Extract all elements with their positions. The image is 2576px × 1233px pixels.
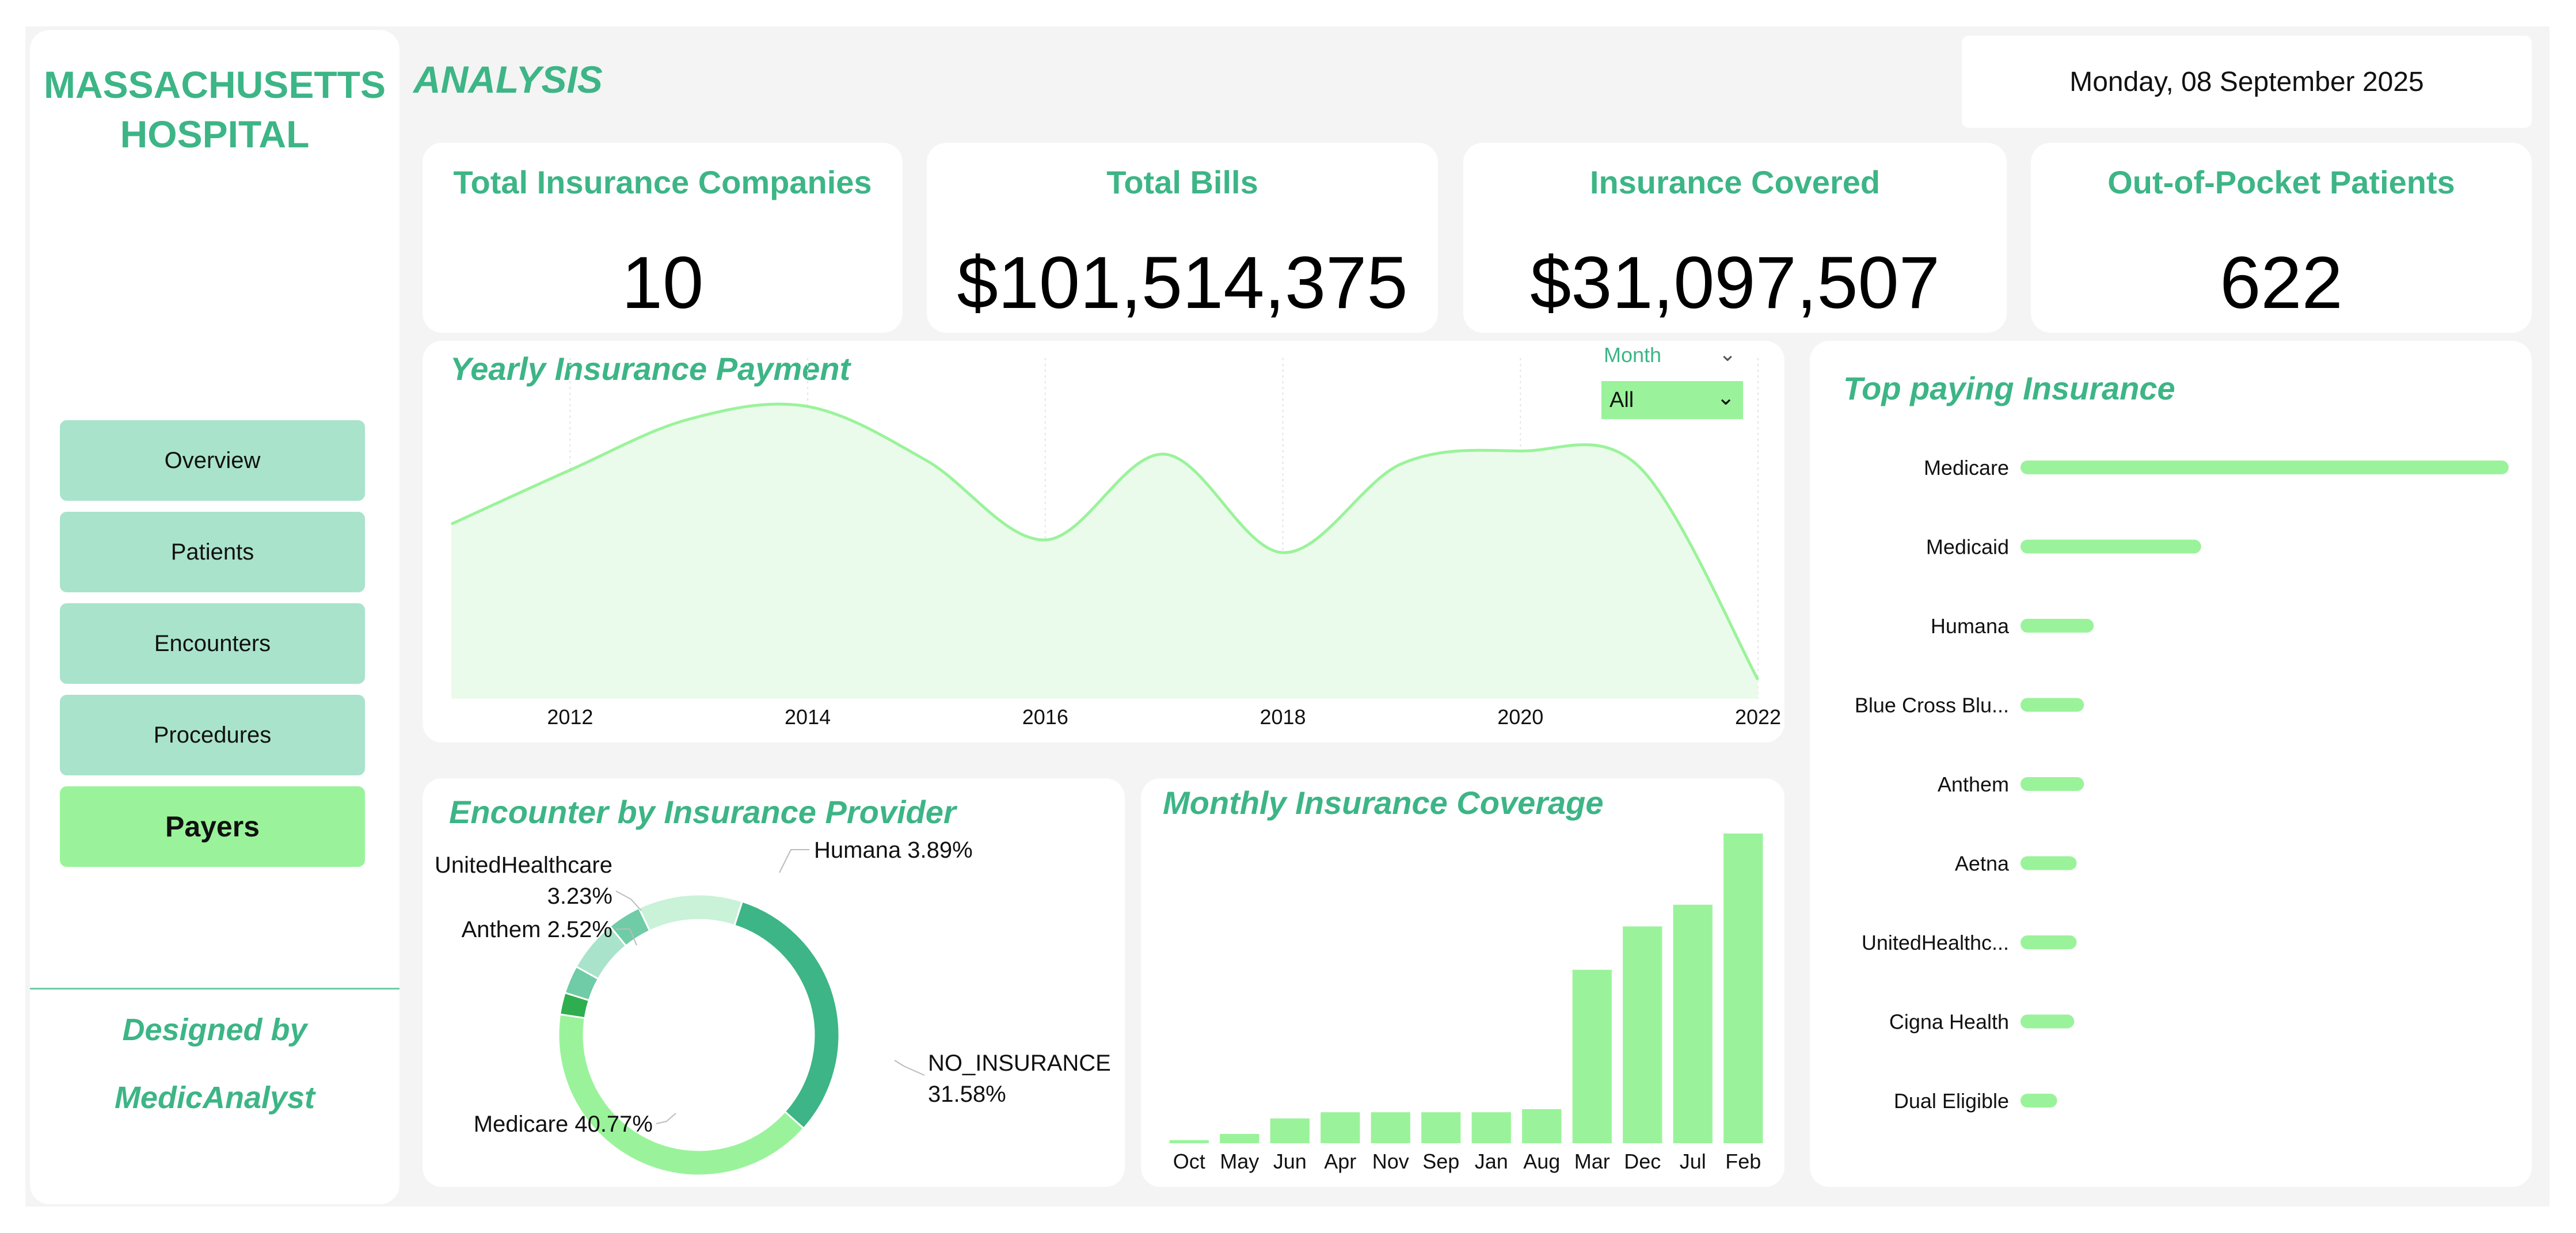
column-bar-may[interactable] <box>1220 1133 1260 1143</box>
x-tick-label: 2022 <box>1735 705 1781 729</box>
column-bar-nov[interactable] <box>1371 1112 1410 1143</box>
x-tick-label: 2020 <box>1497 705 1543 729</box>
kpi-title: Out-of-Pocket Patients <box>2107 164 2455 200</box>
x-tick-label: Sep <box>1422 1150 1459 1173</box>
top-paying-chart: Medicare Medicaid Humana Blue Cross Blu... A… <box>1855 456 2509 1113</box>
designed-by-label: Designed by <box>122 1013 307 1047</box>
x-tick-label: Jul <box>1680 1150 1706 1173</box>
kpi-title: Total Insurance Companies <box>453 164 872 200</box>
donut-label-no-insurance-pct: 31.58% <box>928 1082 1006 1107</box>
column-bar-jan[interactable] <box>1471 1112 1511 1143</box>
y-tick-label: Blue Cross Blu... <box>1855 694 2009 717</box>
encounter-provider-donut: Humana 3.89% UnitedHealthcare 3.23% Anthem … <box>435 838 1111 1177</box>
nav-encounters-button[interactable]: Encounters <box>60 603 365 684</box>
donut-label-medicare: Medicare 40.77% <box>474 1112 653 1137</box>
designer-name: MedicAnalyst <box>114 1080 315 1115</box>
nav-payers-button[interactable]: Payers <box>60 786 365 867</box>
kpi-card-total-bills: Total Bills $101,514,375 <box>927 143 1438 333</box>
donut-slice[interactable] <box>733 900 840 1130</box>
column-bar-feb[interactable] <box>1723 834 1763 1143</box>
donut-label-humana: Humana 3.89% <box>814 838 973 863</box>
column-bar-jun[interactable] <box>1270 1118 1310 1143</box>
y-tick-label: Aetna <box>1955 852 2010 876</box>
nav-procedures-button[interactable]: Procedures <box>60 695 365 775</box>
sidebar: MASSACHUSETTS HOSPITAL Overview Patients… <box>30 30 399 1204</box>
hbar-6[interactable] <box>2021 935 2077 949</box>
column-bar-aug[interactable] <box>1522 1109 1562 1143</box>
yearly-payment-chart: 2012 2014 2016 2018 2020 2022 <box>450 358 1781 729</box>
x-tick-label: Jan <box>1475 1150 1508 1173</box>
y-tick-label: Medicare <box>1924 456 2009 479</box>
hbar-3[interactable] <box>2021 698 2084 712</box>
donut-label-no-insurance: NO_INSURANCE <box>928 1051 1111 1076</box>
kpi-card-insurance-covered: Insurance Covered $31,097,507 <box>1463 143 2007 333</box>
y-tick-label: Medicaid <box>1926 535 2009 559</box>
sidebar-divider <box>30 988 399 990</box>
hbar-4[interactable] <box>2021 777 2084 791</box>
column-bar-apr[interactable] <box>1321 1112 1360 1143</box>
hospital-title-line1: MASSACHUSETTS <box>43 63 386 106</box>
kpi-value: $31,097,507 <box>1530 242 1940 324</box>
x-tick-label: 2016 <box>1022 705 1068 729</box>
kpi-title: Total Bills <box>1106 164 1258 200</box>
monthly-coverage-chart: Oct May Jun Apr Nov Sep Jan Aug Mar Dec Jul Feb <box>1169 834 1763 1173</box>
x-tick-label: 2012 <box>547 705 593 729</box>
x-tick-label: May <box>1220 1150 1259 1173</box>
x-tick-label: Dec <box>1624 1150 1661 1173</box>
hbar-1[interactable] <box>2021 539 2201 554</box>
area-fill <box>451 404 1758 699</box>
x-tick-label: Apr <box>1324 1150 1356 1173</box>
y-tick-label: Humana <box>1931 614 2010 638</box>
x-tick-label: Feb <box>1725 1150 1761 1173</box>
donut-label-unitedhealthcare: UnitedHealthcare <box>435 853 612 878</box>
column-bar-sep[interactable] <box>1421 1112 1461 1143</box>
date-display: Monday, 08 September 2025 <box>1962 36 2532 128</box>
hbar-8[interactable] <box>2021 1094 2057 1108</box>
y-tick-label: Anthem <box>1938 772 2009 796</box>
x-tick-label: Oct <box>1173 1150 1205 1173</box>
column-bar-oct[interactable] <box>1169 1140 1209 1143</box>
x-tick-label: 2014 <box>785 705 831 729</box>
column-bar-mar[interactable] <box>1572 969 1612 1143</box>
hbar-7[interactable] <box>2021 1014 2075 1029</box>
kpi-card-out-of-pocket: Out-of-Pocket Patients 622 <box>2031 143 2532 333</box>
leader-line <box>779 849 809 873</box>
hbar-2[interactable] <box>2021 619 2094 633</box>
donut-slice[interactable] <box>637 893 744 933</box>
y-tick-label: UnitedHealthc... <box>1862 931 2009 954</box>
y-tick-label: Dual Eligible <box>1894 1089 2009 1113</box>
hbar-0[interactable] <box>2021 461 2509 474</box>
nav-patients-button[interactable]: Patients <box>60 512 365 592</box>
page-title: ANALYSIS <box>413 58 603 101</box>
x-tick-label: Mar <box>1574 1150 1610 1173</box>
nav-overview-button[interactable]: Overview <box>60 420 365 501</box>
hospital-title-line2: HOSPITAL <box>120 113 310 155</box>
x-tick-label: Nov <box>1372 1150 1409 1173</box>
y-tick-label: Cigna Health <box>1889 1010 2009 1034</box>
donut-slice[interactable] <box>557 1013 805 1177</box>
kpi-value: 622 <box>2220 242 2343 324</box>
donut-label-unitedhealthcare-pct: 3.23% <box>547 884 612 909</box>
kpi-card-insurance-companies: Total Insurance Companies 10 <box>423 143 903 333</box>
leader-line <box>894 1060 925 1076</box>
hospital-title: MASSACHUSETTS HOSPITAL <box>30 60 399 159</box>
donut-label-anthem: Anthem 2.52% <box>462 917 612 942</box>
leader-line <box>656 1113 676 1124</box>
column-bar-jul[interactable] <box>1673 904 1713 1143</box>
column-bar-dec[interactable] <box>1623 926 1662 1143</box>
kpi-value: 10 <box>621 242 704 324</box>
hbar-5[interactable] <box>2021 856 2077 870</box>
x-tick-label: Aug <box>1523 1150 1560 1173</box>
x-tick-label: 2018 <box>1260 705 1306 729</box>
x-tick-label: Jun <box>1273 1150 1307 1173</box>
kpi-value: $101,514,375 <box>957 242 1408 324</box>
kpi-title: Insurance Covered <box>1589 164 1881 200</box>
